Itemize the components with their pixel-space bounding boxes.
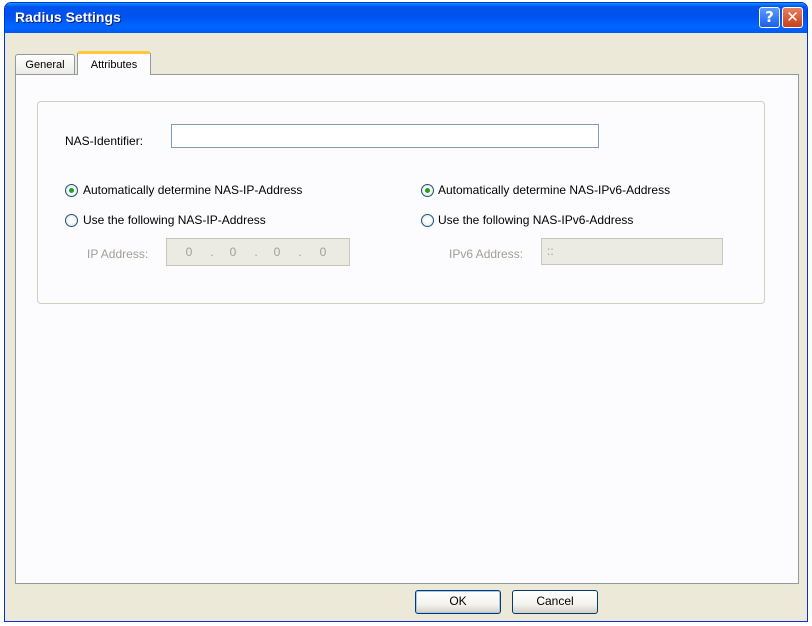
ip-address-field[interactable]: 0 . 0 . 0 . 0 (166, 238, 350, 266)
auto-nas-ipv6-label[interactable]: Automatically determine NAS-IPv6-Address (438, 183, 670, 197)
ipv6-address-field[interactable]: :: (541, 238, 723, 265)
ip-octet-separator: . (298, 245, 302, 259)
window-title: Radius Settings (15, 9, 121, 25)
help-icon: ? (765, 8, 774, 26)
radio-selected-dot (425, 188, 430, 193)
tab-general[interactable]: General (15, 54, 75, 75)
auto-nas-ip-radio[interactable] (65, 184, 78, 197)
ip-octet-separator: . (254, 245, 258, 259)
tab-attributes[interactable]: Attributes (77, 51, 151, 75)
manual-nas-ipv6-radio[interactable] (421, 214, 434, 227)
manual-nas-ip-radio[interactable] (65, 214, 78, 227)
attributes-tab-panel: NAS-Identifier: Automatically determine … (15, 74, 799, 584)
ip-octet-3: 0 (273, 245, 281, 259)
ok-button[interactable]: OK (415, 590, 501, 614)
auto-nas-ipv6-radio[interactable] (421, 184, 434, 197)
cancel-button[interactable]: Cancel (512, 590, 598, 614)
nas-identifier-label: NAS-Identifier: (65, 134, 144, 148)
ipv6-address-label: IPv6 Address: (449, 247, 524, 261)
ip-octet-1: 0 (185, 245, 193, 259)
attributes-group-box: NAS-Identifier: Automatically determine … (37, 101, 765, 304)
ip-address-label: IP Address: (87, 247, 149, 261)
manual-nas-ip-label[interactable]: Use the following NAS-IP-Address (83, 213, 266, 227)
close-icon: ✕ (786, 8, 799, 26)
radio-selected-dot (69, 188, 74, 193)
ip-octet-2: 0 (229, 245, 237, 259)
close-button[interactable]: ✕ (782, 7, 803, 28)
nas-identifier-input[interactable] (171, 124, 599, 148)
radius-settings-dialog: Radius Settings ? ✕ General Attributes N… (4, 2, 808, 622)
title-bar[interactable]: Radius Settings ? ✕ (5, 3, 807, 33)
help-button[interactable]: ? (759, 7, 780, 28)
ip-octet-4: 0 (319, 245, 327, 259)
ip-octet-separator: . (210, 245, 214, 259)
manual-nas-ipv6-label[interactable]: Use the following NAS-IPv6-Address (438, 213, 633, 227)
auto-nas-ip-label[interactable]: Automatically determine NAS-IP-Address (83, 183, 302, 197)
